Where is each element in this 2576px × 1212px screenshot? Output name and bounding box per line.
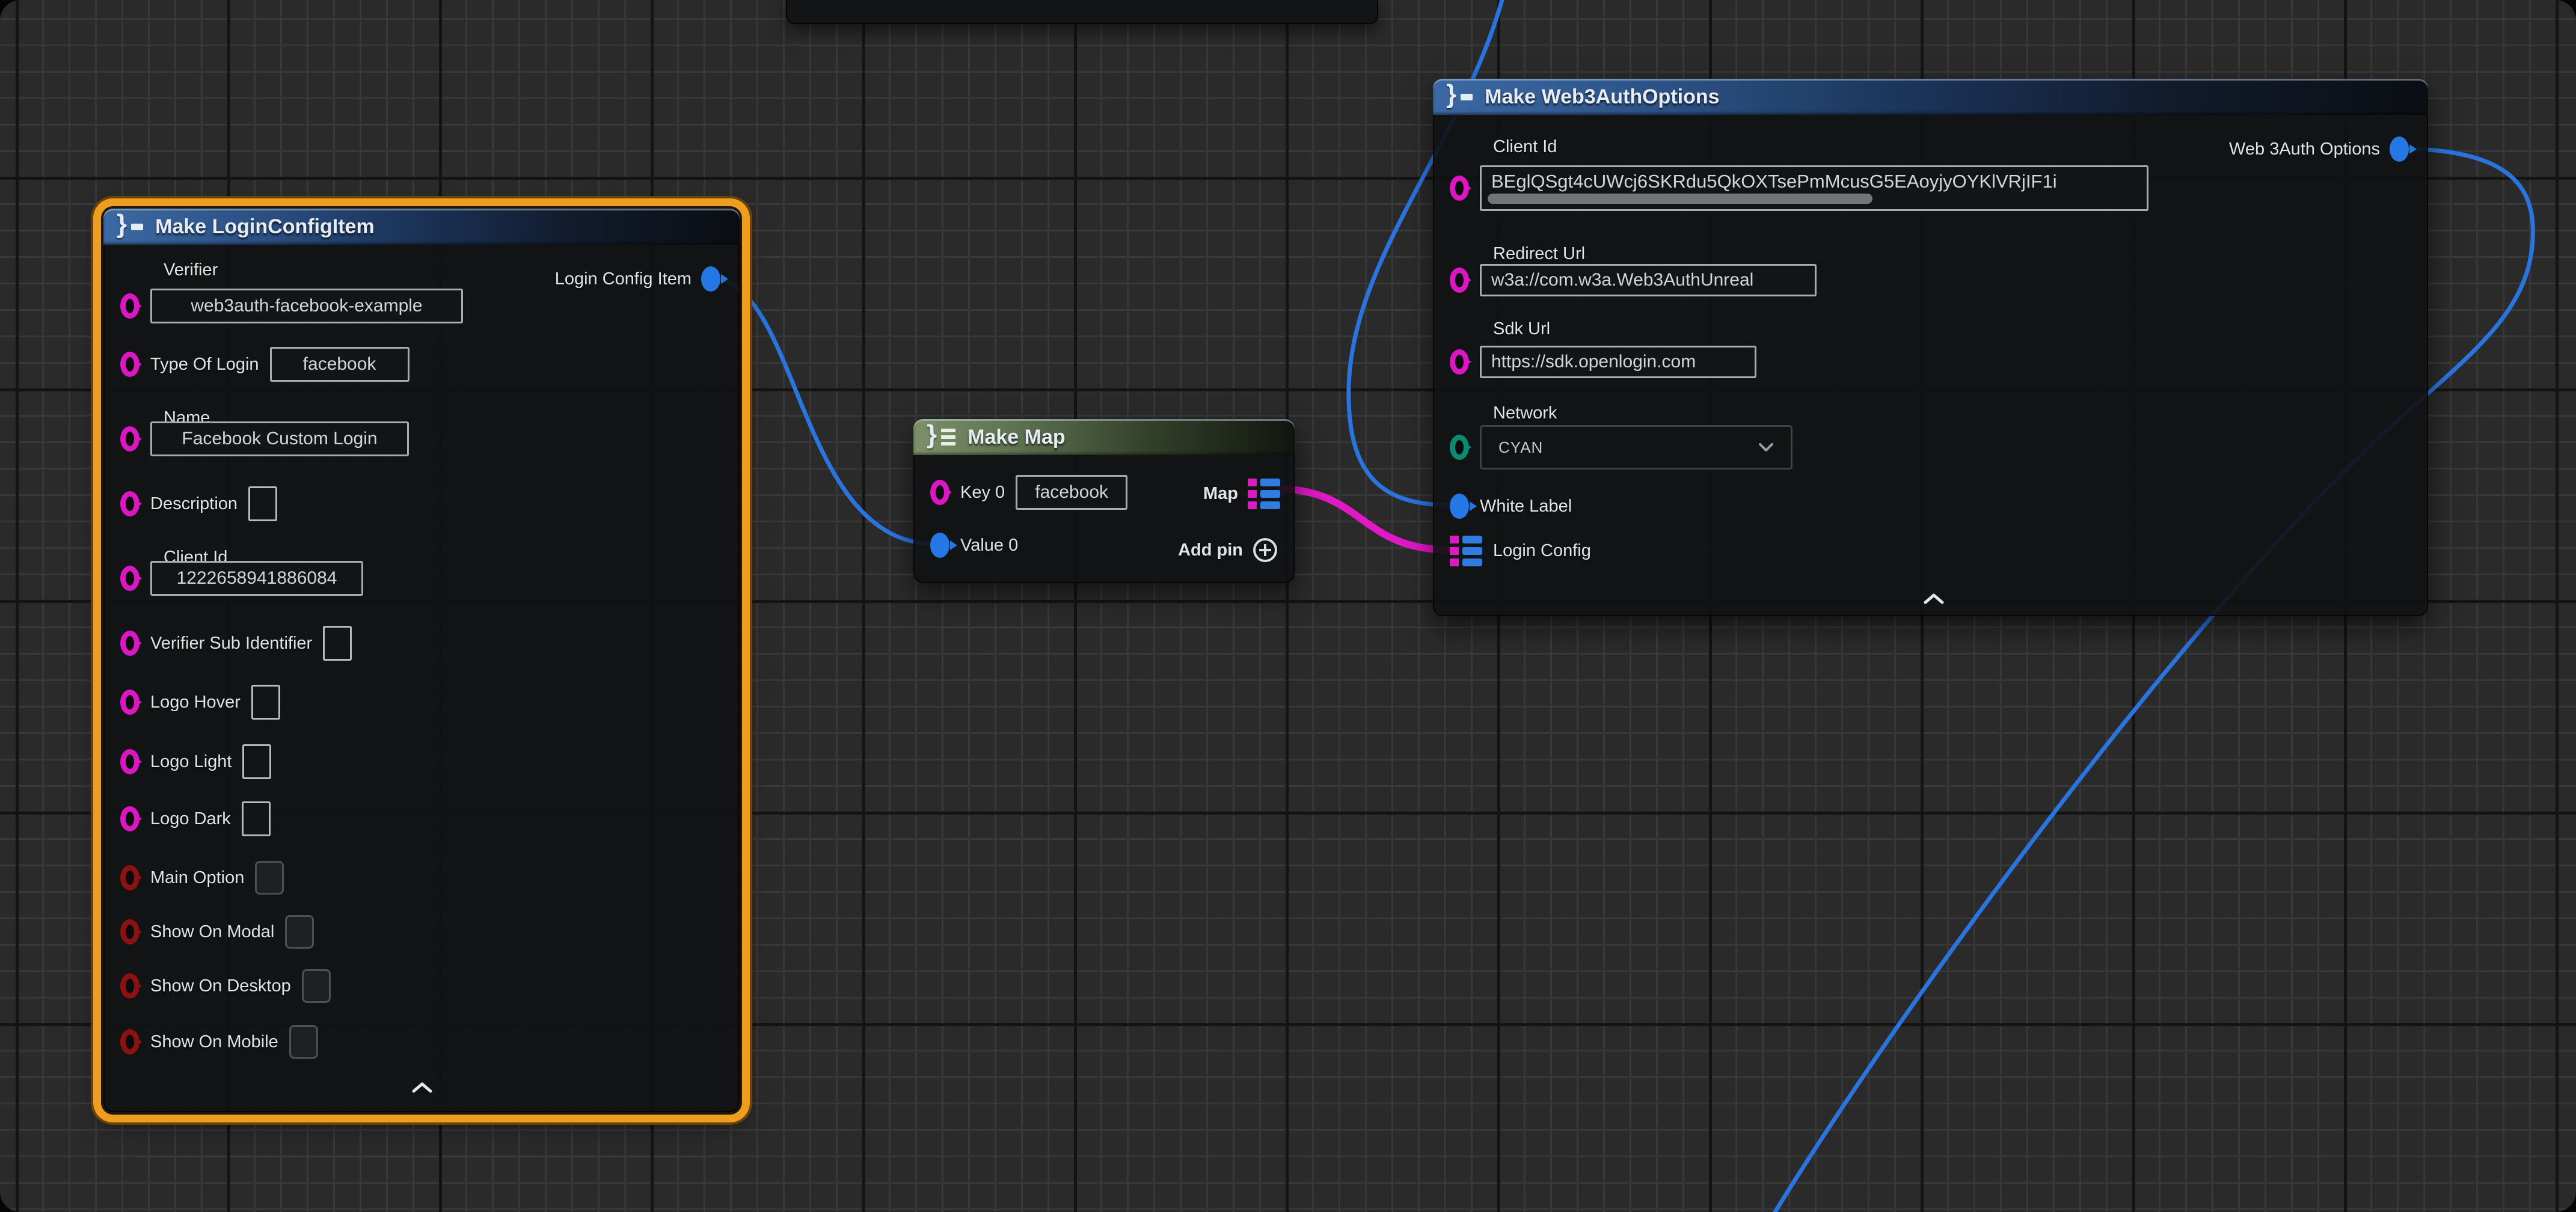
client-id-pin[interactable]: [1450, 176, 1469, 201]
pin-label-login-config: Login Config: [1493, 541, 1591, 561]
pin-label-sdk-url: Sdk Url: [1493, 319, 1550, 339]
web3auth-options-output-pin[interactable]: [2390, 136, 2409, 162]
make-map-icon: }: [927, 424, 955, 450]
node-make-loginconfigitem[interactable]: } Make LoginConfigItem Login Config Item…: [103, 209, 740, 1112]
verifier-input[interactable]: web3auth-facebook-example: [150, 289, 463, 323]
key0-pin[interactable]: [930, 480, 949, 505]
client-id-value: BEglQSgt4cUWcj6SKRdu5QkOXTsePmMcusG5EAoy…: [1491, 171, 2057, 192]
graph-canvas[interactable]: } Make LoginConfigItem Login Config Item…: [0, 0, 2576, 1212]
pin-label-verifier-sub-identifier: Verifier Sub Identifier: [150, 634, 312, 653]
cropped-node-top[interactable]: [786, 0, 1378, 24]
redirect-url-input[interactable]: w3a://com.w3a.Web3AuthUnreal: [1480, 264, 1817, 296]
node-make-web3authoptions[interactable]: } Make Web3AuthOptions Web 3Auth Options…: [1433, 79, 2428, 616]
show-on-mobile-pin[interactable]: [120, 1029, 140, 1054]
make-struct-icon: }: [1446, 84, 1473, 110]
pin-label-value0: Value 0: [960, 536, 1018, 556]
blueprint-editor: } Make LoginConfigItem Login Config Item…: [0, 0, 2576, 1212]
client-id-input[interactable]: 1222658941886084: [150, 561, 363, 596]
show-on-modal-pin[interactable]: [120, 919, 140, 944]
network-pin[interactable]: [1450, 435, 1469, 460]
main-option-pin[interactable]: [120, 865, 140, 890]
add-pin-icon: [1251, 536, 1279, 564]
logo-light-input[interactable]: [242, 744, 271, 779]
value0-pin[interactable]: [930, 533, 949, 558]
login-config-item-output-pin[interactable]: [701, 266, 720, 292]
node-header-make-loginconfigitem[interactable]: } Make LoginConfigItem: [103, 209, 740, 245]
white-label-pin[interactable]: [1450, 494, 1469, 519]
pin-label-type-of-login: Type Of Login: [150, 355, 259, 375]
show-on-desktop-pin[interactable]: [120, 973, 140, 999]
main-option-checkbox[interactable]: [255, 861, 284, 895]
key0-input[interactable]: facebook: [1016, 475, 1127, 510]
logo-dark-input[interactable]: [242, 801, 271, 836]
pin-label-redirect-url: Redirect Url: [1493, 244, 1585, 264]
make-struct-icon: }: [117, 213, 143, 240]
type-of-login-pin[interactable]: [120, 352, 140, 377]
pin-label-main-option: Main Option: [150, 868, 244, 888]
add-pin-button[interactable]: Add pin: [1178, 536, 1279, 564]
sdk-url-input[interactable]: https://sdk.openlogin.com: [1480, 346, 1756, 378]
pin-label-verifier: Verifier: [164, 260, 218, 280]
pin-label-logo-hover: Logo Hover: [150, 693, 241, 712]
network-dropdown[interactable]: CYAN: [1480, 425, 1792, 470]
pin-label-show-on-mobile: Show On Mobile: [150, 1032, 278, 1052]
show-on-desktop-checkbox[interactable]: [302, 969, 331, 1003]
collapse-chevron-icon[interactable]: [1922, 593, 1946, 608]
description-pin[interactable]: [120, 491, 140, 516]
client-id-scrollbar[interactable]: [1488, 194, 1872, 204]
node-header-make-map[interactable]: } Make Map: [913, 419, 1295, 455]
pin-label-network: Network: [1493, 403, 1557, 423]
output-pin-label: Login Config Item: [555, 269, 692, 289]
node-make-map[interactable]: } Make Map Key 0 facebook Map Value 0: [913, 419, 1295, 583]
client-id-pin[interactable]: [120, 566, 140, 591]
node-header-make-web3authoptions[interactable]: } Make Web3AuthOptions: [1433, 79, 2428, 115]
output-pin-label-map: Map: [1203, 484, 1238, 504]
redirect-url-pin[interactable]: [1450, 268, 1469, 293]
wire-map-to-loginconfig[interactable]: [1281, 489, 1452, 550]
node-title: Make Web3AuthOptions: [1485, 85, 1719, 109]
name-pin[interactable]: [120, 426, 140, 451]
wire-loginconfigitem-to-value0[interactable]: [711, 278, 933, 544]
collapse-chevron-icon[interactable]: [410, 1082, 434, 1097]
chevron-down-icon: [1758, 442, 1774, 452]
show-on-mobile-checkbox[interactable]: [289, 1025, 318, 1059]
type-of-login-input[interactable]: facebook: [270, 347, 409, 382]
pin-label-key0: Key 0: [960, 483, 1005, 503]
node-title: Make Map: [968, 426, 1066, 449]
client-id-input[interactable]: BEglQSgt4cUWcj6SKRdu5QkOXTsePmMcusG5EAoy…: [1480, 165, 2148, 211]
node-title: Make LoginConfigItem: [155, 215, 375, 239]
pin-label-show-on-modal: Show On Modal: [150, 922, 274, 942]
verifier-sub-identifier-pin[interactable]: [120, 631, 140, 656]
verifier-pin[interactable]: [120, 293, 140, 319]
description-input[interactable]: [248, 486, 277, 521]
logo-dark-pin[interactable]: [120, 806, 140, 831]
sdk-url-pin[interactable]: [1450, 349, 1469, 375]
logo-hover-input[interactable]: [251, 685, 280, 720]
name-input[interactable]: Facebook Custom Login: [150, 421, 409, 456]
logo-light-pin[interactable]: [120, 749, 140, 774]
network-value: CYAN: [1498, 438, 1543, 457]
pin-label-client-id: Client Id: [1493, 137, 1557, 157]
pin-label-show-on-desktop: Show On Desktop: [150, 976, 291, 996]
pin-label-description: Description: [150, 494, 238, 514]
pin-label-logo-dark: Logo Dark: [150, 809, 231, 829]
pin-label-white-label: White Label: [1480, 497, 1572, 516]
verifier-sub-identifier-input[interactable]: [323, 626, 352, 661]
login-config-pin[interactable]: [1450, 536, 1482, 566]
output-pin-label: Web 3Auth Options: [2229, 139, 2380, 159]
pin-label-logo-light: Logo Light: [150, 752, 232, 772]
logo-hover-pin[interactable]: [120, 690, 140, 715]
add-pin-label: Add pin: [1178, 540, 1243, 560]
map-output-pin[interactable]: [1248, 479, 1280, 509]
show-on-modal-checkbox[interactable]: [285, 915, 314, 949]
